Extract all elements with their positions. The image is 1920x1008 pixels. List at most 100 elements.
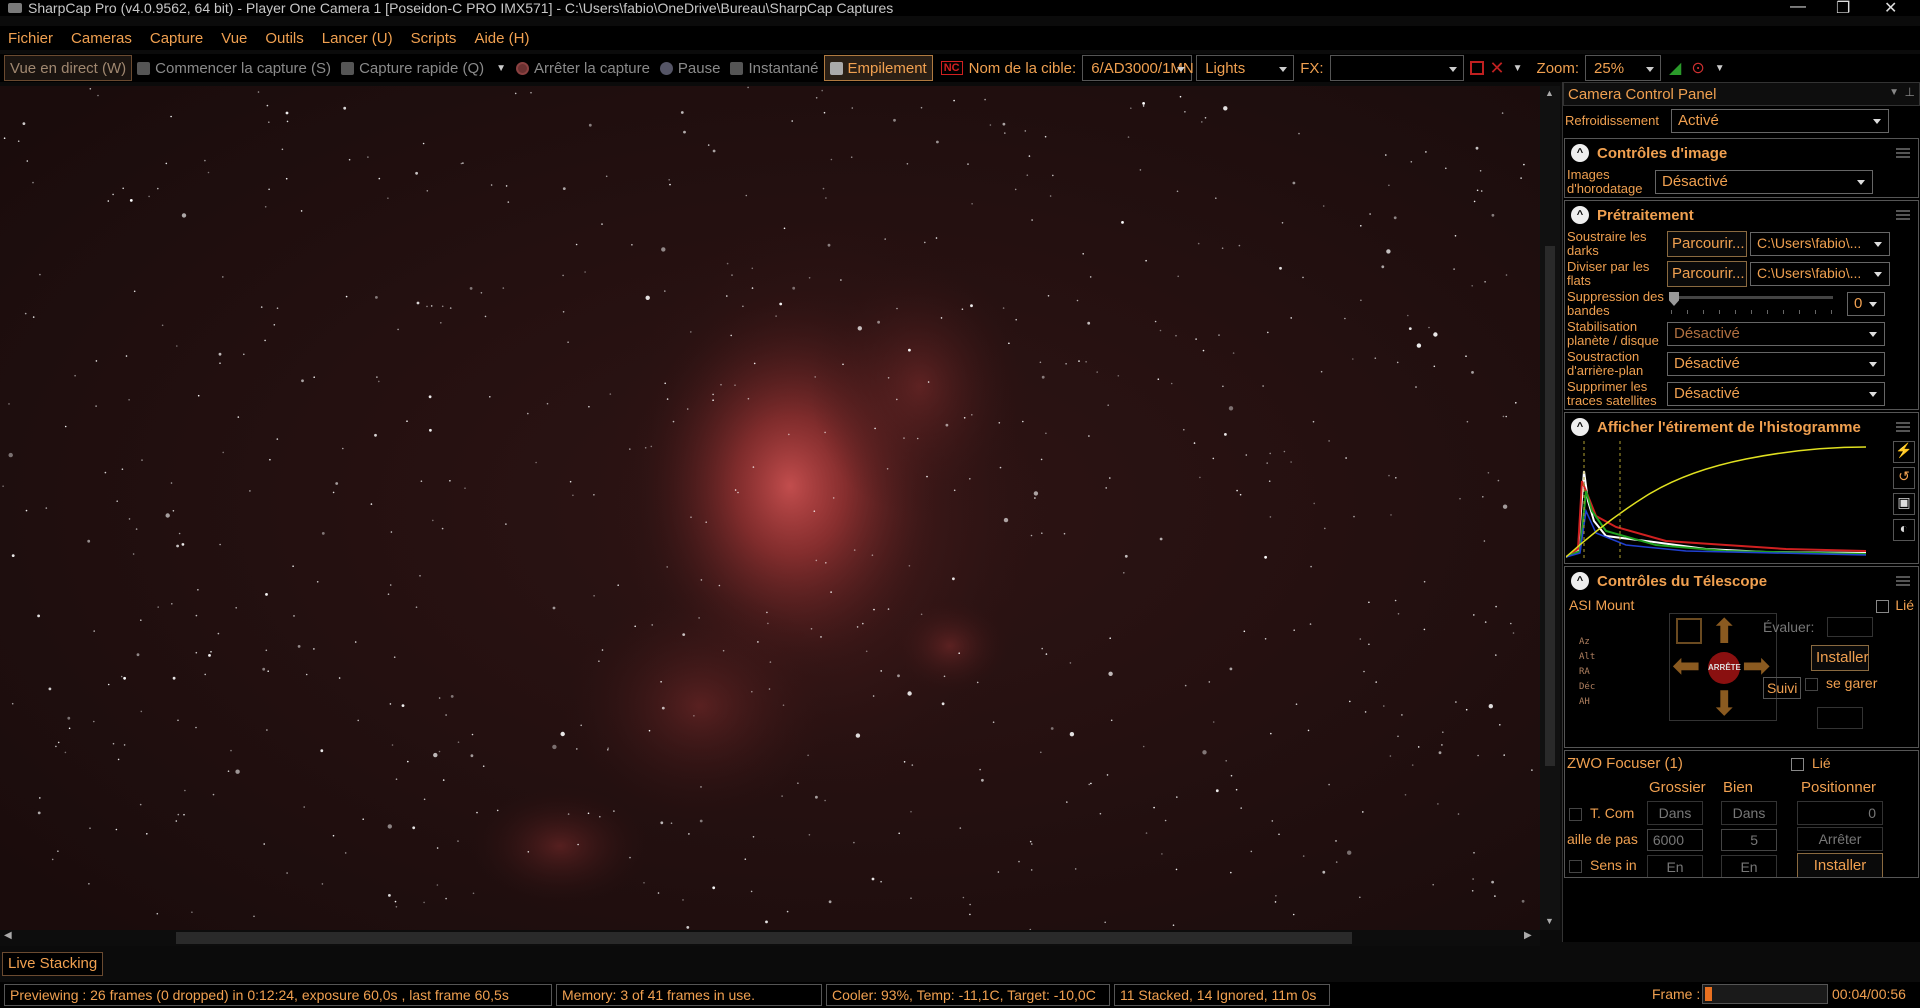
mount-install-button[interactable]: Installer: [1811, 645, 1869, 671]
menu-aide[interactable]: Aide (H): [474, 30, 529, 47]
tracking-rate-select[interactable]: [1817, 707, 1863, 729]
close-button[interactable]: ✕: [1884, 0, 1897, 18]
collapse-icon[interactable]: ^: [1571, 206, 1589, 224]
menu-outils[interactable]: Outils: [265, 30, 303, 47]
fx-select[interactable]: [1329, 55, 1464, 81]
menu-capture[interactable]: Capture: [150, 30, 203, 47]
image-controls-header[interactable]: ^ Contrôles d'image: [1565, 139, 1918, 167]
banding-slider[interactable]: [1667, 292, 1837, 316]
fine-step-input[interactable]: 5: [1721, 829, 1777, 851]
mount-linked[interactable]: Lié: [1876, 597, 1914, 613]
evaluate-select[interactable]: [1827, 617, 1873, 637]
vertical-scrollbar[interactable]: ▲ ▼: [1540, 86, 1560, 930]
timestamp-select[interactable]: Désactivé: [1655, 170, 1873, 194]
focuser-stop-button[interactable]: Arrêter: [1797, 827, 1883, 851]
horizontal-scrollbar[interactable]: ◀ ▶: [0, 930, 1540, 946]
collapse-icon[interactable]: ^: [1571, 572, 1589, 590]
contrast-icon[interactable]: ◐: [1893, 519, 1915, 541]
darks-path-select[interactable]: C:\Users\fabio\...: [1750, 232, 1890, 256]
tcomp-checkbox[interactable]: [1569, 807, 1582, 821]
chevron-down-icon[interactable]: ▼: [496, 63, 506, 74]
stop-mount-button[interactable]: ARRÊTE: [1708, 652, 1741, 684]
fine-in-button[interactable]: Dans: [1721, 801, 1777, 825]
chevron-down-icon[interactable]: ▼: [1715, 63, 1725, 74]
selection-rect-icon[interactable]: [1469, 61, 1484, 75]
direction-checkbox[interactable]: [1569, 859, 1582, 873]
pause-button[interactable]: Pause: [655, 55, 726, 81]
menu-cameras[interactable]: Cameras: [71, 30, 132, 47]
vertical-scroll-thumb[interactable]: [1545, 246, 1555, 766]
focuser-linked-checkbox[interactable]: [1791, 757, 1804, 771]
reset-icon[interactable]: ↺: [1893, 467, 1915, 489]
histogram-header[interactable]: ^ Afficher l'étirement de l'histogramme: [1565, 413, 1918, 441]
spiral-icon[interactable]: [1676, 618, 1702, 644]
slider-handle[interactable]: [1669, 292, 1679, 306]
arrow-down-icon[interactable]: ⬇: [1710, 686, 1739, 722]
histogram-icon[interactable]: ◢: [1669, 58, 1681, 78]
scroll-right-icon[interactable]: ▶: [1524, 930, 1532, 941]
chevron-down-icon[interactable]: ▼: [1513, 63, 1523, 74]
stabilisation-select[interactable]: Désactivé: [1667, 322, 1885, 346]
collapse-icon[interactable]: ^: [1571, 144, 1589, 162]
save-icon[interactable]: ▣: [1893, 493, 1915, 515]
arrow-left-icon[interactable]: ⬅: [1672, 648, 1701, 684]
stop-capture-button[interactable]: Arrêter la capture: [511, 55, 655, 81]
scroll-down-icon[interactable]: ▼: [1545, 916, 1554, 926]
collapse-icon[interactable]: ^: [1571, 418, 1589, 436]
menu-icon[interactable]: [1896, 210, 1910, 220]
live-view-button[interactable]: Vue en direct (W): [4, 55, 133, 81]
preprocessing-header[interactable]: ^ Prétraitement: [1565, 201, 1918, 229]
flats-browse-button[interactable]: Parcourir...: [1667, 261, 1747, 287]
background-select[interactable]: Désactivé: [1667, 352, 1885, 376]
coarse-step-input[interactable]: 6000: [1647, 829, 1703, 851]
menu-scripts[interactable]: Scripts: [411, 30, 457, 47]
scroll-left-icon[interactable]: ◀: [4, 930, 12, 941]
darks-browse-button[interactable]: Parcourir...: [1667, 231, 1747, 257]
stacking-button[interactable]: Empilement: [823, 55, 933, 81]
frame-type-select[interactable]: Lights: [1196, 55, 1295, 81]
no-capture-icon[interactable]: NC: [940, 61, 963, 75]
stop-capture-label: Arrêter la capture: [534, 59, 650, 77]
menu-icon[interactable]: [1896, 422, 1910, 432]
menu-fichier[interactable]: Fichier: [8, 30, 53, 47]
mount-linked-checkbox[interactable]: [1876, 599, 1890, 613]
target-name-select[interactable]: 6/AD3000/1MN: [1082, 55, 1194, 81]
menu-icon[interactable]: [1896, 576, 1910, 586]
pin-icon[interactable]: ⊥: [1905, 85, 1915, 99]
tcomp-option[interactable]: T. Com: [1569, 805, 1634, 821]
horizontal-scroll-thumb[interactable]: [176, 932, 1352, 944]
crosshair-icon[interactable]: ✕: [1490, 58, 1505, 79]
satellites-select[interactable]: Désactivé: [1667, 382, 1885, 406]
start-capture-button[interactable]: Commencer la capture (S): [132, 55, 336, 81]
direction-option[interactable]: Sens in: [1569, 857, 1637, 873]
snapshot-button[interactable]: Instantané: [725, 55, 823, 81]
flats-path-select[interactable]: C:\Users\fabio\...: [1750, 262, 1890, 286]
coarse-in-button[interactable]: Dans: [1647, 801, 1703, 825]
park-option[interactable]: se garer: [1805, 675, 1877, 691]
panel-dropdown-icon[interactable]: ▼: [1889, 87, 1899, 98]
maximize-button[interactable]: ❐: [1836, 0, 1850, 18]
arrow-up-icon[interactable]: ⬆: [1710, 614, 1739, 650]
quick-capture-button[interactable]: Capture rapide (Q) ▼: [336, 55, 511, 81]
cooling-select[interactable]: Activé: [1671, 109, 1889, 133]
menu-lancer[interactable]: Lancer (U): [322, 30, 393, 47]
coarse-out-button[interactable]: En dehors: [1647, 855, 1703, 877]
scroll-up-icon[interactable]: ▲: [1545, 88, 1554, 98]
park-checkbox[interactable]: [1805, 677, 1818, 691]
zoom-select[interactable]: 25%: [1585, 55, 1662, 81]
minimize-button[interactable]: —: [1790, 0, 1806, 16]
position-input[interactable]: 0: [1797, 801, 1883, 825]
search-icon[interactable]: ⊙: [1691, 58, 1704, 78]
live-stacking-tab[interactable]: Live Stacking: [2, 952, 104, 976]
image-viewer[interactable]: [0, 86, 1540, 930]
focuser-linked[interactable]: Lié: [1791, 755, 1831, 771]
telescope-header[interactable]: ^ Contrôles du Télescope: [1565, 567, 1918, 595]
banding-value[interactable]: 0: [1847, 292, 1885, 316]
focuser-install-button[interactable]: Installer: [1797, 853, 1883, 877]
auto-stretch-icon[interactable]: ⚡: [1893, 441, 1915, 463]
menu-icon[interactable]: [1896, 148, 1910, 158]
menu-vue[interactable]: Vue: [221, 30, 247, 47]
fine-out-button[interactable]: En dehors: [1721, 855, 1777, 877]
histogram-chart[interactable]: ⚡ ↺ ▣ ◐: [1565, 441, 1917, 563]
tracking-button[interactable]: Suivi: [1763, 677, 1802, 699]
